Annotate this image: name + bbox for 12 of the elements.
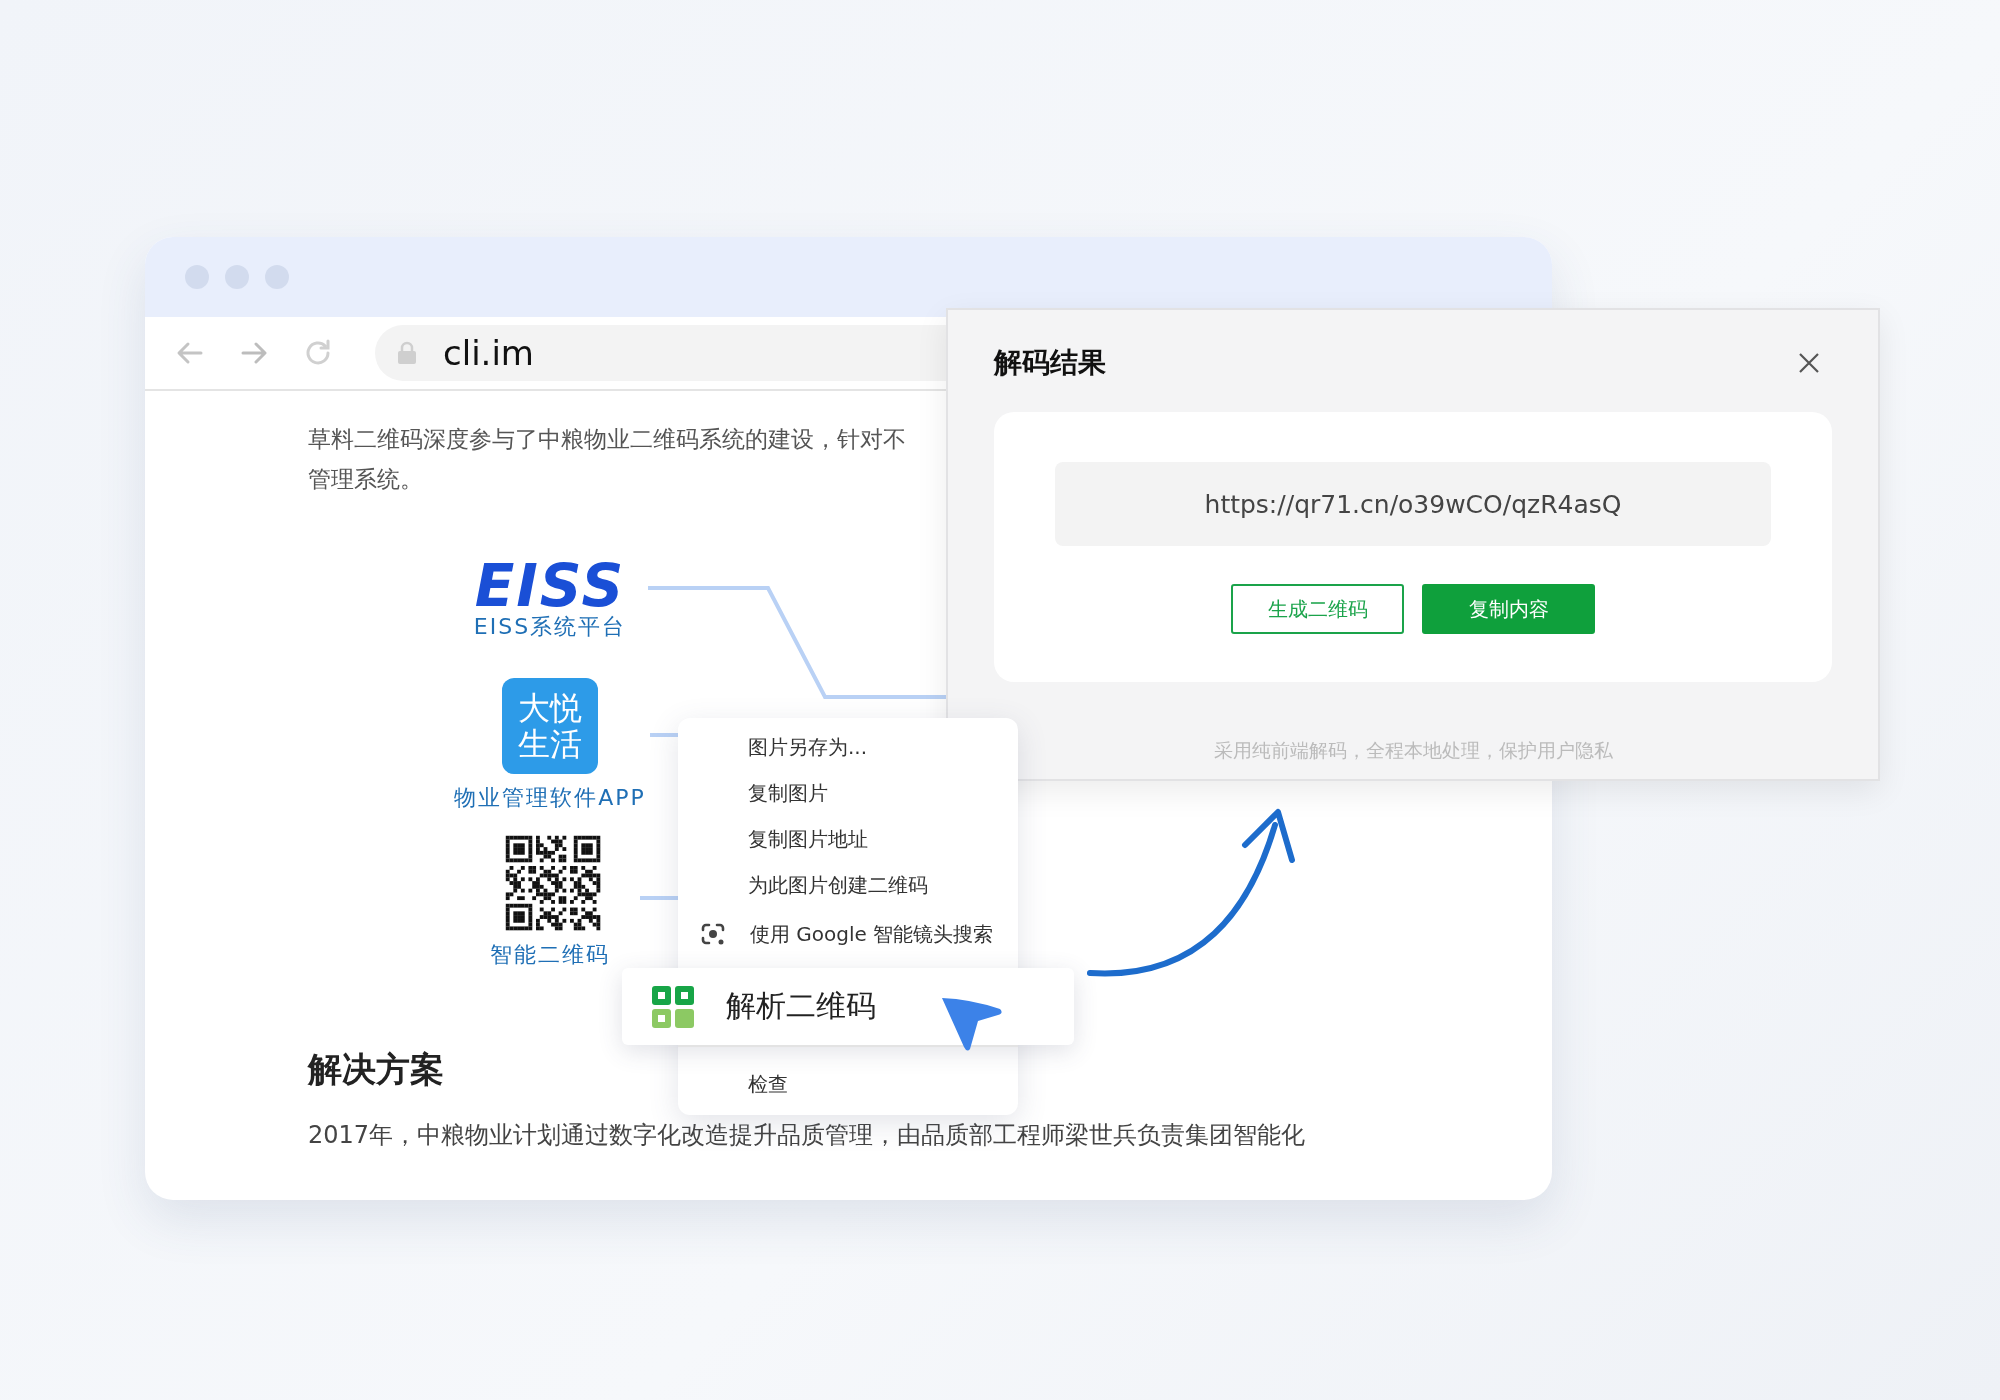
paragraph-line: 草料二维码深度参与了中粮物业二维码系统的建设，针对不 — [308, 425, 907, 454]
privacy-note: 采用纯前端解码，全程本地处理，保护用户隐私 — [1212, 738, 1614, 763]
url-text: cli.im — [443, 333, 534, 373]
section-heading: 解决方案 — [308, 1048, 444, 1091]
eiss-logo: EISS — [473, 557, 627, 615]
paragraph-line: 管理系统。 — [308, 465, 424, 494]
dialog-title: 解码结果 — [994, 345, 1106, 381]
app-icon: 大悦 生活 — [502, 678, 598, 774]
node-label: 智能二维码 — [489, 941, 611, 969]
node-label: EISS系统平台 — [472, 613, 628, 641]
node-label: 物业管理软件APP — [453, 784, 647, 812]
paragraph: 2017年，中粮物业计划通过数字化改造提升品质管理，由品质部工程师梁世兵负责集团智能化 — [308, 1120, 1306, 1151]
